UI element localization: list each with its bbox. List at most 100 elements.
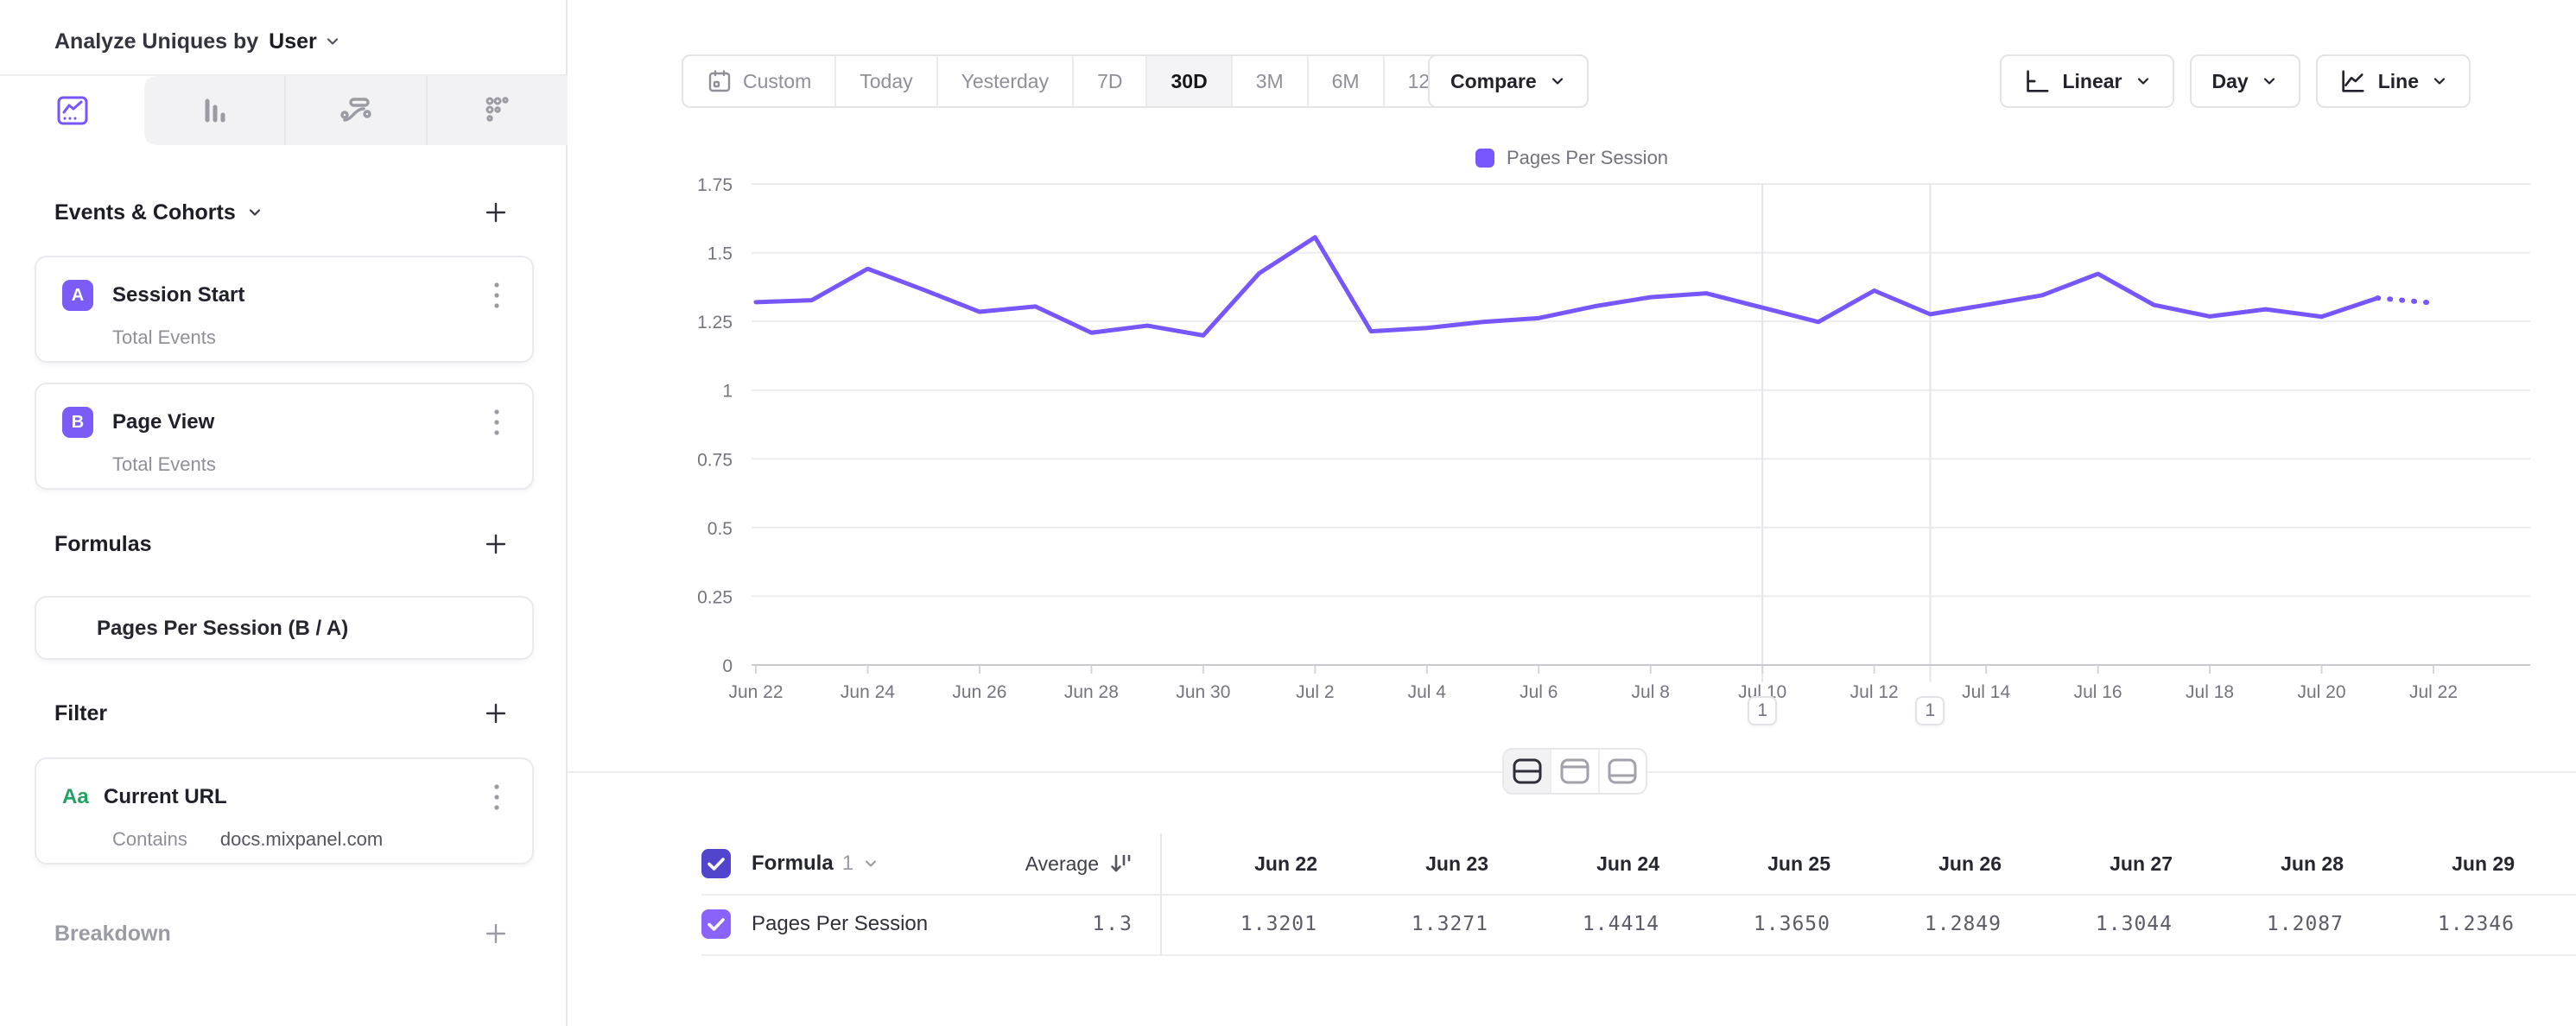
table-data-row: Pages Per Session 1.3 1.32011.32711.4414… [701, 894, 2541, 954]
series-checkbox[interactable] [701, 909, 731, 939]
date-header-cell[interactable]: Jun 27 [2017, 852, 2188, 876]
date-value-cell: 1.4414 [1504, 913, 1675, 935]
sort-descending-icon [1107, 851, 1133, 877]
tab-retention[interactable] [428, 76, 568, 145]
date-header-cell[interactable]: Jun 28 [2188, 852, 2359, 876]
table-only-icon [1606, 757, 1639, 785]
event-card-session-start[interactable]: A Session Start Total Events [35, 256, 534, 363]
range-6m[interactable]: 6M [1309, 56, 1385, 106]
svg-text:Jun 28: Jun 28 [1064, 682, 1119, 702]
svg-text:Jul 22: Jul 22 [2409, 682, 2458, 702]
formula-selector[interactable]: Formula 1 [752, 852, 1007, 876]
range-label: Custom [743, 70, 811, 93]
visualization-tabstrip [0, 76, 568, 145]
add-breakdown-button[interactable] [480, 918, 511, 949]
formula-number: 1 [842, 852, 853, 876]
tab-funnels[interactable] [144, 76, 286, 145]
linear-axis-icon [2022, 67, 2050, 95]
annotation-marker[interactable]: 1 [1915, 696, 1945, 725]
kebab-menu-icon [493, 782, 500, 812]
line-chart-plot: 00.250.50.7511.251.51.75Jun 22Jun 24Jun … [568, 130, 2576, 760]
plus-icon [484, 532, 508, 556]
tab-insights[interactable] [0, 76, 144, 145]
analyze-uniques-by-dropdown[interactable]: User [269, 29, 341, 54]
average-value: 1.3 [1092, 913, 1133, 935]
range-label: 6M [1332, 70, 1360, 93]
svg-text:Jul 16: Jul 16 [2074, 682, 2122, 702]
filter-options-button[interactable] [482, 780, 511, 814]
chevron-down-icon[interactable] [246, 204, 263, 221]
formula-label: Formula [752, 852, 834, 876]
range-30d-selected[interactable]: 30D [1147, 56, 1232, 106]
average-sort-header[interactable]: Average [1007, 851, 1133, 877]
calendar-icon [707, 68, 733, 94]
svg-text:Jul 12: Jul 12 [1850, 682, 1899, 702]
date-column-values: 1.32011.32711.44141.36501.28491.30441.20… [1162, 913, 2530, 935]
range-3m[interactable]: 3M [1233, 56, 1309, 106]
date-header-cell[interactable]: Jun 26 [1846, 852, 2017, 876]
filter-card-current-url[interactable]: Aa Current URL Contains docs.mixpanel.co… [35, 757, 534, 864]
chevron-down-icon [1549, 73, 1566, 90]
annotation-marker[interactable]: 1 [1748, 696, 1777, 725]
table-bottom-divider [701, 954, 2576, 956]
layout-toggle-group [1502, 748, 1647, 795]
select-all-checkbox[interactable] [701, 849, 731, 878]
date-header-cell[interactable]: Jun 25 [1675, 852, 1846, 876]
analyze-label: Analyze Uniques by [54, 29, 258, 54]
range-custom[interactable]: Custom [683, 56, 836, 106]
filter-value[interactable]: docs.mixpanel.com [220, 828, 383, 851]
svg-text:Jul 4: Jul 4 [1408, 682, 1447, 702]
table-vertical-divider [1160, 833, 1162, 954]
svg-text:Jun 22: Jun 22 [728, 682, 783, 702]
series-name: Pages Per Session [752, 912, 1007, 936]
compare-button[interactable]: Compare [1428, 54, 1589, 108]
layout-table-only-button[interactable] [1600, 750, 1646, 793]
date-header-cell[interactable]: Jun 24 [1504, 852, 1675, 876]
date-header-cell[interactable]: Jun 22 [1162, 852, 1333, 876]
date-value-cell: 1.3044 [2017, 913, 2188, 935]
date-header-cell[interactable]: Jun 23 [1333, 852, 1504, 876]
tab-flows[interactable] [286, 76, 428, 145]
breakdown-header: Breakdown [54, 918, 511, 949]
chevron-down-icon [862, 855, 879, 872]
interval-dropdown[interactable]: Day [2190, 54, 2300, 108]
filter-operator[interactable]: Contains [112, 828, 187, 851]
add-event-button[interactable] [480, 197, 511, 228]
svg-text:0.75: 0.75 [697, 450, 733, 470]
add-filter-button[interactable] [480, 698, 511, 729]
svg-text:Jun 26: Jun 26 [952, 682, 1006, 702]
svg-text:1.25: 1.25 [697, 313, 733, 332]
event-card-page-view[interactable]: B Page View Total Events [35, 383, 534, 490]
chart-type-dropdown[interactable]: Line [2316, 54, 2471, 108]
svg-text:Jul 20: Jul 20 [2298, 682, 2346, 702]
event-measure[interactable]: Total Events [36, 313, 532, 349]
scale-dropdown[interactable]: Linear [2000, 54, 2173, 108]
range-today[interactable]: Today [836, 56, 937, 106]
date-value-cell: 1.3650 [1675, 913, 1846, 935]
svg-text:Jul 18: Jul 18 [2186, 682, 2234, 702]
range-label: 7D [1097, 70, 1122, 93]
event-options-button[interactable] [482, 405, 511, 440]
split-view-icon [1511, 757, 1544, 785]
layout-split-view-button[interactable] [1504, 750, 1551, 793]
date-header-cell[interactable]: Jun 29 [2359, 852, 2530, 876]
svg-text:Jun 24: Jun 24 [841, 682, 895, 702]
events-cohorts-title: Events & Cohorts [54, 200, 236, 225]
svg-text:Jul 6: Jul 6 [1520, 682, 1558, 702]
tabstrip-inactive-group [144, 76, 568, 145]
event-options-button[interactable] [482, 278, 511, 313]
event-badge-a: A [62, 280, 93, 311]
layout-chart-only-button[interactable] [1551, 750, 1599, 793]
analyze-value-label: User [269, 29, 317, 54]
range-label: 3M [1256, 70, 1284, 93]
text-property-icon: Aa [62, 785, 98, 809]
formula-card[interactable]: Pages Per Session (B / A) [35, 596, 534, 660]
add-formula-button[interactable] [480, 529, 511, 560]
date-value-cell: 1.3201 [1162, 913, 1333, 935]
event-measure[interactable]: Total Events [36, 440, 532, 476]
chevron-down-icon [2261, 73, 2278, 90]
formulas-header: Formulas [54, 529, 511, 560]
formulas-title: Formulas [54, 532, 152, 557]
range-7d[interactable]: 7D [1074, 56, 1147, 106]
range-yesterday[interactable]: Yesterday [938, 56, 1074, 106]
